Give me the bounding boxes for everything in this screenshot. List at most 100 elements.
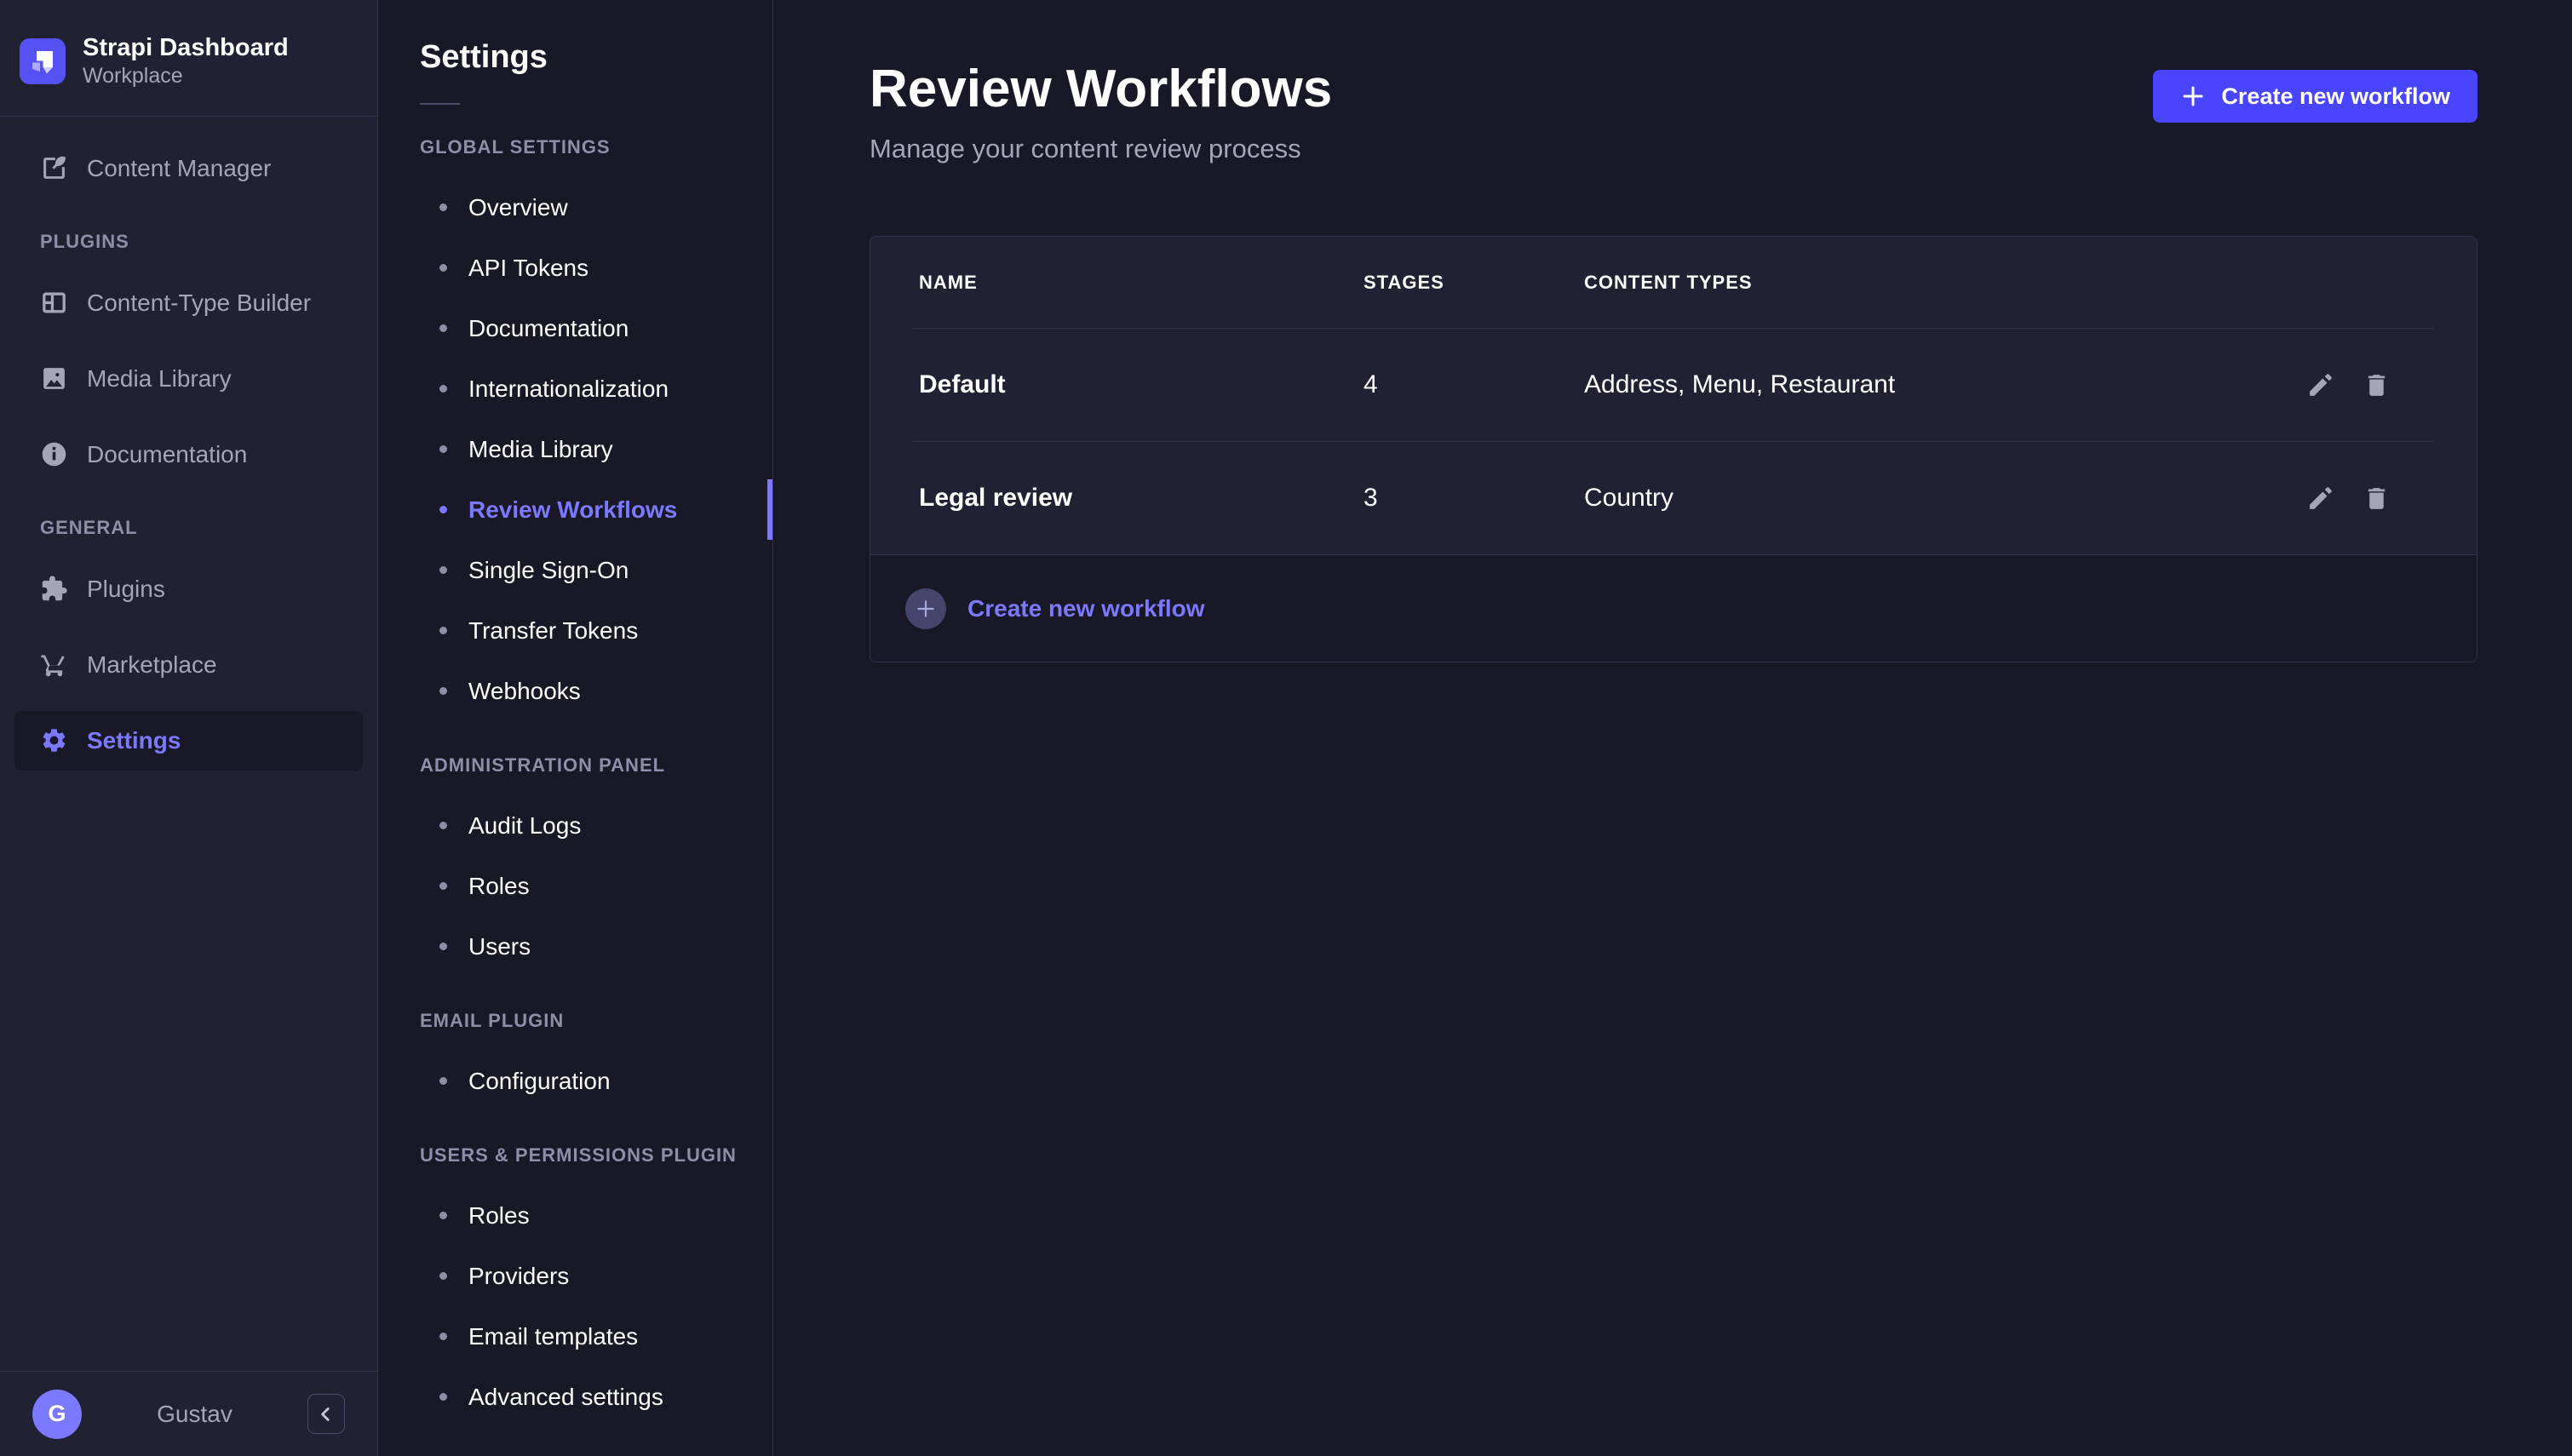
bullet-icon [439, 1077, 447, 1085]
bullet-icon [439, 264, 447, 272]
subnav-item-transfer-tokens[interactable]: Transfer Tokens [378, 600, 772, 661]
pencil-icon [2306, 484, 2334, 513]
subnav-item-overview[interactable]: Overview [378, 177, 772, 238]
bullet-icon [439, 822, 447, 829]
subnav-item-admin-roles[interactable]: Roles [378, 856, 772, 916]
bullet-icon [439, 385, 447, 393]
subnav-item-label: Transfer Tokens [468, 617, 638, 645]
subnav-item-documentation[interactable]: Documentation [378, 298, 772, 358]
main-sidebar: Strapi Dashboard Workplace Content Manag… [0, 0, 378, 1456]
subnav-item-api-tokens[interactable]: API Tokens [378, 238, 772, 298]
delete-workflow-button[interactable] [2362, 484, 2391, 513]
brand-subtitle: Workplace [83, 63, 289, 89]
subnav-item-internationalization[interactable]: Internationalization [378, 358, 772, 419]
brand-title: Strapi Dashboard [83, 32, 289, 63]
subnav-item-label: Audit Logs [468, 812, 581, 840]
nav-section-general: GENERAL [40, 517, 363, 539]
bullet-icon [439, 1272, 447, 1280]
avatar[interactable]: G [32, 1390, 82, 1439]
sidebar-item-marketplace[interactable]: Marketplace [14, 635, 363, 695]
table-footer-create-workflow[interactable]: Create new workflow [870, 554, 2477, 662]
brand[interactable]: Strapi Dashboard Workplace [0, 0, 377, 117]
add-circle-button[interactable] [905, 588, 946, 629]
bullet-icon [439, 203, 447, 211]
workflow-name: Default [919, 370, 1364, 399]
subnav-item-label: API Tokens [468, 255, 588, 282]
create-new-workflow-button[interactable]: Create new workflow [2153, 70, 2477, 123]
page-title: Review Workflows [870, 61, 1332, 117]
table-row-default[interactable]: Default 4 Address, Menu, Restaurant [870, 329, 2477, 441]
create-new-workflow-label: Create new workflow [2221, 83, 2450, 110]
feather-edit-icon [40, 154, 68, 182]
sidebar-item-label: Settings [87, 727, 181, 754]
workflow-stages: 4 [1364, 370, 1584, 399]
subnav-item-label: Webhooks [468, 678, 581, 705]
subnav-item-single-sign-on[interactable]: Single Sign-On [378, 540, 772, 600]
collapse-sidebar-button[interactable] [307, 1394, 345, 1434]
subnav-item-audit-logs[interactable]: Audit Logs [378, 795, 772, 856]
chevron-left-icon [315, 1403, 337, 1425]
edit-workflow-button[interactable] [2306, 371, 2334, 399]
subnav-item-webhooks[interactable]: Webhooks [378, 661, 772, 721]
user-row: G Gustav [0, 1371, 377, 1456]
subnav-item-label: Review Workflows [468, 496, 677, 524]
subnav-section-administration-panel: ADMINISTRATION PANEL [420, 735, 772, 795]
sidebar-item-content-type-builder[interactable]: Content-Type Builder [14, 273, 363, 333]
bullet-icon [439, 445, 447, 453]
sidebar-item-label: Marketplace [87, 651, 217, 679]
edit-workflow-button[interactable] [2306, 484, 2334, 513]
trash-icon [2362, 484, 2391, 513]
bullet-icon [439, 627, 447, 634]
subnav-title: Settings [420, 39, 772, 76]
sidebar-item-media-library[interactable]: Media Library [14, 349, 363, 409]
gear-icon [40, 726, 68, 754]
sidebar-item-label: Content Manager [87, 155, 271, 182]
sidebar-item-label: Documentation [87, 441, 247, 468]
page-header: Review Workflows Manage your content rev… [870, 61, 2477, 164]
workflow-content-types: Country [1584, 484, 2306, 513]
subnav-item-media-library[interactable]: Media Library [378, 419, 772, 479]
subnav-item-label: Advanced settings [468, 1384, 663, 1411]
bullet-icon [439, 324, 447, 332]
main-nav-list: Content Manager PLUGINS Content-Type Bui… [0, 117, 377, 787]
cart-icon [40, 651, 68, 679]
pencil-icon [2306, 371, 2334, 399]
workflow-stages: 3 [1364, 484, 1584, 513]
table-row-legal-review[interactable]: Legal review 3 Country [870, 442, 2477, 554]
subnav-item-label: Roles [468, 873, 530, 900]
strapi-logo [20, 38, 66, 84]
user-name: Gustav [82, 1401, 307, 1428]
subnav-item-label: Overview [468, 194, 568, 221]
subnav-divider [420, 103, 460, 105]
subnav-item-review-workflows[interactable]: Review Workflows [378, 479, 772, 540]
subnav-item-label: Users [468, 933, 531, 960]
bullet-icon [439, 506, 447, 513]
subnav-item-email-templates[interactable]: Email templates [378, 1306, 772, 1367]
plus-icon [915, 598, 937, 620]
workflow-name: Legal review [919, 484, 1364, 513]
page-subtitle: Manage your content review process [870, 134, 1332, 164]
subnav-item-label: Documentation [468, 315, 629, 342]
subnav-item-label: Single Sign-On [468, 557, 629, 584]
subnav-section-users-permissions-plugin: USERS & PERMISSIONS PLUGIN [420, 1125, 772, 1185]
subnav-item-providers[interactable]: Providers [378, 1246, 772, 1306]
sidebar-item-settings[interactable]: Settings [14, 711, 363, 771]
sidebar-item-plugins[interactable]: Plugins [14, 559, 363, 619]
subnav-item-label: Providers [468, 1263, 569, 1290]
sidebar-item-content-manager[interactable]: Content Manager [14, 139, 363, 198]
trash-icon [2362, 371, 2391, 399]
sidebar-item-documentation[interactable]: Documentation [14, 425, 363, 484]
delete-workflow-button[interactable] [2362, 371, 2391, 399]
subnav-item-advanced-settings[interactable]: Advanced settings [378, 1367, 772, 1427]
subnav-item-label: Media Library [468, 436, 613, 463]
sidebar-item-label: Media Library [87, 365, 232, 393]
main-content: Review Workflows Manage your content rev… [773, 0, 2572, 1456]
column-header-name: NAME [919, 272, 1364, 294]
layout-icon [40, 289, 68, 317]
column-header-content-types: CONTENT TYPES [1584, 272, 2391, 294]
subnav-item-configuration[interactable]: Configuration [378, 1051, 772, 1111]
subnav-section-email-plugin: EMAIL PLUGIN [420, 990, 772, 1051]
subnav-item-up-roles[interactable]: Roles [378, 1185, 772, 1246]
page-header-text: Review Workflows Manage your content rev… [870, 61, 1332, 164]
subnav-item-users[interactable]: Users [378, 916, 772, 977]
